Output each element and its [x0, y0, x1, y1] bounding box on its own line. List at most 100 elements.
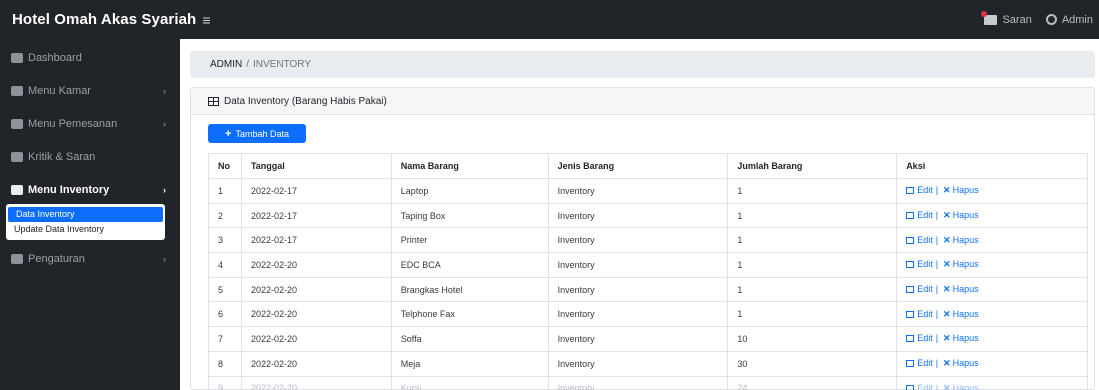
close-icon: ✕	[943, 234, 951, 245]
menu-toggle-icon[interactable]: ≡	[202, 12, 210, 28]
sidebar-item-kritik-saran[interactable]: Kritik & Saran	[0, 142, 180, 171]
header-nama-barang[interactable]: Nama Barang	[390, 153, 549, 179]
cell-no: 2	[208, 202, 242, 229]
app-title[interactable]: Hotel Omah Akas Syariah	[0, 11, 196, 28]
cell-jenis-barang: Inventory	[547, 227, 729, 254]
edit-label: Edit	[917, 358, 933, 369]
sidebar-item-dashboard[interactable]: Dashboard	[0, 43, 180, 72]
edit-link[interactable]: Edit	[906, 284, 933, 294]
submenu-data-inventory[interactable]: Data Inventory	[8, 207, 163, 222]
edit-icon	[906, 360, 915, 368]
edit-label: Edit	[917, 284, 933, 295]
cell-jenis-barang: Inventory	[547, 301, 729, 328]
sidebar-item-pengaturan[interactable]: Pengaturan ›	[0, 244, 180, 273]
table-row: 5 2022-02-20 Brangkas Hotel Inventory 1 Edit |…	[208, 276, 1088, 303]
table-row: 7 2022-02-20 Soffa Inventory 10 Edit | ✕ Hapus	[208, 326, 1088, 352]
delete-link[interactable]: ✕ Hapus	[941, 333, 979, 343]
inventory-submenu: Data Inventory Update Data Inventory	[6, 204, 165, 240]
sidebar-item-menu-kamar[interactable]: Menu Kamar ›	[0, 76, 180, 105]
delete-link[interactable]: ✕ Hapus	[941, 210, 979, 220]
edit-link[interactable]: Edit	[906, 383, 933, 390]
delete-link[interactable]: ✕ Hapus	[941, 358, 979, 368]
cell-tanggal: 2022-02-17	[240, 178, 392, 204]
sidebar-item-label: Menu Inventory	[28, 183, 110, 196]
delete-link[interactable]: ✕ Hapus	[941, 185, 979, 195]
header-tanggal[interactable]: Tanggal	[240, 153, 392, 179]
cell-tanggal: 2022-02-17	[240, 202, 392, 229]
cell-no: 3	[208, 227, 242, 254]
submenu-update-data-inventory[interactable]: Update Data Inventory	[6, 222, 165, 237]
chevron-right-icon: ›	[163, 85, 166, 96]
cell-no: 7	[208, 326, 242, 352]
inventory-card: Data Inventory (Barang Habis Pakai) + Ta…	[190, 87, 1095, 390]
cell-nama-barang: Telphone Fax	[390, 301, 549, 328]
cell-jenis-barang: Inventory	[547, 375, 729, 390]
delete-link[interactable]: ✕ Hapus	[941, 259, 979, 269]
user-icon	[1045, 14, 1057, 25]
edit-icon	[906, 187, 915, 195]
cell-tanggal: 2022-02-20	[240, 276, 392, 303]
sidebar: Dashboard Menu Kamar › Menu Pemesanan › …	[0, 39, 180, 390]
notification-dot	[981, 10, 988, 17]
breadcrumb-current: INVENTORY	[253, 59, 311, 70]
table-body: 1 2022-02-17 Laptop Inventory 1 Edit | ✕ Hapus 2 2…	[208, 178, 1088, 390]
delete-label: Hapus	[952, 382, 979, 390]
edit-label: Edit	[917, 210, 933, 221]
edit-link[interactable]: Edit	[906, 358, 933, 368]
header-jenis-barang[interactable]: Jenis Barang	[547, 153, 729, 179]
table-row: 2 2022-02-17 Taping Box Inventory 1 Edit | ✕ Hap…	[208, 202, 1088, 229]
cell-no: 6	[208, 301, 242, 328]
admin-label: Admin	[1061, 13, 1093, 26]
edit-label: Edit	[917, 234, 933, 245]
cell-aksi: Edit | ✕ Hapus	[896, 202, 1088, 229]
edit-link[interactable]: Edit	[906, 259, 933, 269]
cell-jenis-barang: Inventory	[547, 178, 729, 204]
edit-link[interactable]: Edit	[906, 235, 933, 245]
edit-label: Edit	[917, 382, 933, 390]
edit-icon	[906, 310, 915, 318]
edit-label: Edit	[917, 259, 933, 270]
action-separator: |	[935, 358, 939, 369]
header-jumlah-barang[interactable]: Jumlah Barang	[727, 153, 898, 179]
admin-link[interactable]: Admin	[1045, 13, 1093, 26]
cell-jenis-barang: Inventory	[547, 252, 729, 278]
delete-link[interactable]: ✕ Hapus	[941, 309, 979, 319]
sidebar-item-menu-inventory[interactable]: Menu Inventory ›	[0, 175, 180, 204]
top-right-actions: Saran Admin	[981, 0, 1093, 39]
action-separator: |	[935, 382, 939, 390]
cell-tanggal: 2022-02-20	[240, 252, 392, 278]
cell-aksi: Edit | ✕ Hapus	[896, 227, 1088, 254]
sidebar-item-menu-pemesanan[interactable]: Menu Pemesanan ›	[0, 109, 180, 138]
cell-aksi: Edit | ✕ Hapus	[896, 252, 1088, 278]
cell-no: 4	[208, 252, 242, 278]
saran-link[interactable]: Saran	[981, 10, 1032, 26]
cell-nama-barang: Taping Box	[390, 202, 549, 229]
cell-aksi: Edit | ✕ Hapus	[896, 375, 1088, 390]
dashboard-icon	[11, 52, 23, 63]
cell-jumlah-barang: 10	[727, 326, 898, 352]
delete-link[interactable]: ✕ Hapus	[941, 284, 979, 294]
cell-jumlah-barang: 1	[727, 276, 898, 303]
cell-no: 5	[208, 276, 242, 303]
inventory-table: No Tanggal Nama Barang Jenis Barang Juml…	[208, 153, 1088, 390]
delete-link[interactable]: ✕ Hapus	[941, 235, 979, 245]
breadcrumb-separator: /	[246, 59, 250, 70]
edit-link[interactable]: Edit	[906, 210, 933, 220]
cell-jumlah-barang: 24	[727, 375, 898, 390]
cell-nama-barang: EDC BCA	[390, 252, 549, 278]
add-data-button[interactable]: + Tambah Data	[208, 124, 306, 143]
cell-nama-barang: Brangkas Hotel	[390, 276, 549, 303]
edit-link[interactable]: Edit	[906, 185, 933, 195]
edit-icon	[906, 384, 915, 390]
delete-link[interactable]: ✕ Hapus	[941, 383, 979, 390]
edit-label: Edit	[917, 333, 933, 344]
cell-aksi: Edit | ✕ Hapus	[896, 276, 1088, 303]
edit-icon	[906, 261, 915, 269]
sidebar-item-label: Menu Pemesanan	[28, 117, 118, 130]
edit-link[interactable]: Edit	[906, 309, 933, 319]
cell-jumlah-barang: 30	[727, 350, 898, 377]
edit-link[interactable]: Edit	[906, 333, 933, 343]
header-no[interactable]: No	[208, 153, 242, 179]
breadcrumb-root[interactable]: ADMIN	[210, 59, 242, 70]
edit-icon	[906, 335, 915, 343]
